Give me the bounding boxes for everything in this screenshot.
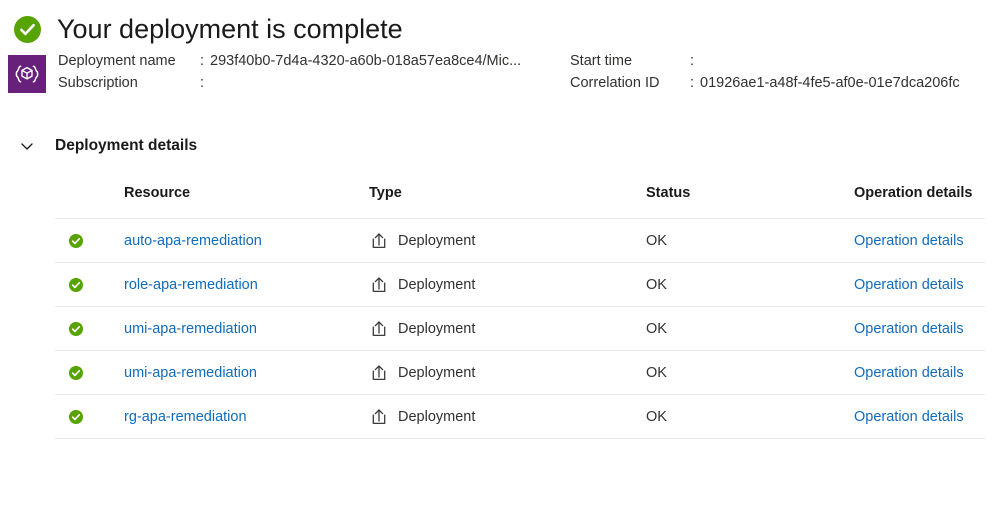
deployment-name-label: Deployment name [58, 53, 176, 69]
start-time-colon: : [690, 53, 695, 69]
success-check-icon [55, 321, 124, 336]
deployment-details-title: Deployment details [55, 137, 198, 154]
deployment-name-colon: : [200, 53, 205, 69]
success-check-icon [55, 233, 124, 248]
operation-details-link[interactable]: Operation details [854, 321, 964, 337]
row-resource-cell: rg-apa-remediation [124, 394, 369, 439]
success-check-icon [14, 16, 41, 43]
column-header-type: Type [369, 185, 402, 201]
resource-link[interactable]: role-apa-remediation [124, 277, 258, 293]
resource-link[interactable]: auto-apa-remediation [124, 233, 262, 249]
row-type-cell: Deployment [369, 218, 646, 263]
column-header-resource: Resource [124, 185, 191, 201]
operation-details-link[interactable]: Operation details [854, 409, 964, 425]
column-header-status: Status [646, 185, 691, 201]
table-row: umi-apa-remediation Deployment OK Operation… [55, 350, 985, 395]
table-header-row: Resource Type Status Operation details [55, 185, 985, 219]
row-operation-details-cell: Operation details [854, 218, 985, 263]
type-label: Deployment [398, 320, 476, 337]
page-header: Your deployment is complete [0, 0, 996, 43]
row-status-icon-cell [55, 218, 124, 263]
row-status-icon-cell [55, 394, 124, 439]
row-operation-details-cell: Operation details [854, 394, 985, 439]
row-status-cell: OK [646, 218, 854, 263]
table-row: rg-apa-remediation Deployment OK Operation … [55, 394, 985, 439]
table-row: auto-apa-remediation Deployment OK Operatio… [55, 218, 985, 263]
row-operation-details-cell: Operation details [854, 262, 985, 307]
deployment-summary: Deployment name : 293f40b0-7d4a-4320-a60… [0, 43, 996, 93]
row-status-cell: OK [646, 262, 854, 307]
status-value: OK [646, 320, 667, 337]
arm-template-icon [8, 55, 46, 93]
deployment-upload-icon [369, 363, 389, 383]
type-label: Deployment [398, 276, 476, 293]
table-row: umi-apa-remediation Deployment OK Operation… [55, 306, 985, 351]
row-status-icon-cell [55, 350, 124, 395]
status-value: OK [646, 276, 667, 293]
success-check-icon [55, 365, 124, 380]
row-resource-cell: role-apa-remediation [124, 262, 369, 307]
type-label: Deployment [398, 232, 476, 249]
subscription-value [210, 75, 570, 92]
type-label: Deployment [398, 408, 476, 425]
deployment-details-section-header[interactable]: Deployment details [16, 135, 996, 157]
subscription-label: Subscription [58, 75, 138, 91]
row-operation-details-cell: Operation details [854, 306, 985, 351]
row-status-cell: OK [646, 350, 854, 395]
status-value: OK [646, 408, 667, 425]
subscription-colon: : [200, 75, 205, 91]
table-row: role-apa-remediation Deployment OK Operatio… [55, 262, 985, 307]
deployment-name-value: 293f40b0-7d4a-4320-a60b-018a57ea8ce4/Mic… [210, 53, 522, 69]
row-status-cell: OK [646, 394, 854, 439]
row-type-cell: Deployment [369, 350, 646, 395]
start-time-value [700, 53, 960, 70]
success-check-icon [55, 409, 124, 424]
correlation-id-colon: : [690, 75, 695, 91]
deployment-details-table: Resource Type Status Operation details a… [55, 185, 985, 439]
row-type-cell: Deployment [369, 306, 646, 351]
column-header-operation-details: Operation details [854, 185, 973, 201]
row-operation-details-cell: Operation details [854, 350, 985, 395]
success-check-icon [55, 277, 124, 292]
row-status-icon-cell [55, 306, 124, 351]
resource-link[interactable]: umi-apa-remediation [124, 321, 257, 337]
operation-details-link[interactable]: Operation details [854, 365, 964, 381]
deployment-upload-icon [369, 319, 389, 339]
correlation-id-label: Correlation ID [570, 75, 660, 91]
row-type-cell: Deployment [369, 394, 646, 439]
row-resource-cell: umi-apa-remediation [124, 350, 369, 395]
chevron-down-icon[interactable] [16, 135, 38, 157]
status-value: OK [646, 232, 667, 249]
resource-link[interactable]: umi-apa-remediation [124, 365, 257, 381]
page-title: Your deployment is complete [57, 14, 403, 44]
row-resource-cell: auto-apa-remediation [124, 218, 369, 263]
correlation-id-value: 01926ae1-a48f-4fe5-af0e-01e7dca206fc [700, 75, 960, 91]
row-status-icon-cell [55, 262, 124, 307]
start-time-label: Start time [570, 53, 633, 69]
column-header-status-icon [55, 185, 124, 219]
row-status-cell: OK [646, 306, 854, 351]
deployment-upload-icon [369, 231, 389, 251]
operation-details-link[interactable]: Operation details [854, 277, 964, 293]
operation-details-link[interactable]: Operation details [854, 233, 964, 249]
row-type-cell: Deployment [369, 262, 646, 307]
deployment-upload-icon [369, 275, 389, 295]
row-resource-cell: umi-apa-remediation [124, 306, 369, 351]
deployment-upload-icon [369, 407, 389, 427]
resource-link[interactable]: rg-apa-remediation [124, 409, 247, 425]
status-value: OK [646, 364, 667, 381]
type-label: Deployment [398, 364, 476, 381]
